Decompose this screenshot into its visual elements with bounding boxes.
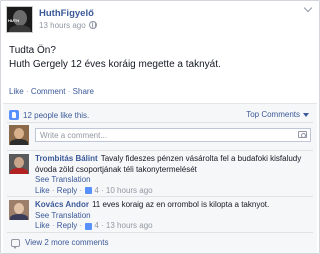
comment-item: Kovács Andor 11 eves koraig az en orrombo… [9,200,315,232]
avatar-tag: HUTH [8,17,20,23]
caret-down-icon [303,112,309,117]
commenter-avatar[interactable] [9,200,29,220]
commenter-avatar[interactable] [9,154,29,174]
comment-link[interactable]: Comment [31,87,66,96]
share-link[interactable]: Share [73,87,94,96]
view-more-comments[interactable]: View 2 more comments [11,238,108,249]
divider [7,232,313,233]
comment-text: 11 eves koraig az en orrombol is kilopta… [91,200,270,209]
comment-item: Trombitás Bálint Tavaly fideszes pénzen v… [9,154,311,196]
comment-input[interactable] [35,128,311,142]
thumbs-up-icon [85,187,93,195]
comment-like-link[interactable]: Like [35,221,50,232]
post-header: HUTH HuthFigyelő 13 hours ago [6,4,97,34]
post-timestamp[interactable]: 13 hours ago [39,20,86,31]
thumbs-up-icon [85,222,93,230]
comment-like-link[interactable]: Like [35,186,50,197]
separator-dot: · [25,87,29,96]
comment-author[interactable]: Kovács Andor [35,200,89,209]
see-translation-link[interactable]: See Translation [35,211,315,222]
comment-meta: Like · Reply · 4 · 13 hours ago [35,221,153,232]
view-more-label[interactable]: View 2 more comments [25,238,108,247]
like-link[interactable]: Like [9,87,24,96]
chevron-down-icon[interactable] [303,3,313,13]
write-comment-row [9,125,311,145]
current-user-avatar [9,125,29,145]
separator-dot: · [67,87,71,96]
comment-reply-link[interactable]: Reply [57,186,77,197]
comment-meta: Like · Reply · 4 · 10 hours ago [35,185,153,197]
see-translation-link[interactable]: See Translation [35,175,311,186]
page-name-link[interactable]: HuthFigyelő [39,8,97,20]
post-actions: Like · Comment · Share [9,87,94,96]
comment-author[interactable]: Trombitás Bálint [35,154,98,163]
top-comments-dropdown[interactable]: Top Comments [246,110,309,119]
feedback-section: 12 people like this. Top Comments Tromb [3,103,317,253]
post-text-line-2: Huth Gergely 12 éves koráig megette a ta… [9,59,221,70]
post-card: HUTH HuthFigyelő 13 hours ago Tudta Ön? … [0,0,320,254]
page-avatar[interactable]: HUTH [6,5,33,33]
likes-summary[interactable]: 12 people like this. [9,110,89,120]
likes-count-text[interactable]: 12 people like this. [23,111,89,120]
post-text-line-1: Tudta Ön? [9,45,56,56]
camera-icon[interactable] [298,131,307,138]
thumbs-up-icon [9,110,19,120]
top-comments-label: Top Comments [246,110,300,119]
globe-icon [88,21,97,29]
post-text: Tudta Ön? Huth Gergely 12 éves koráig me… [9,44,221,72]
comment-bubble-icon [11,238,20,249]
divider [7,196,313,197]
divider [7,122,313,123]
comment-timestamp[interactable]: 10 hours ago [106,186,153,197]
comment-reply-link[interactable]: Reply [57,221,77,232]
comment-timestamp[interactable]: 13 hours ago [106,221,153,232]
divider [7,150,313,151]
